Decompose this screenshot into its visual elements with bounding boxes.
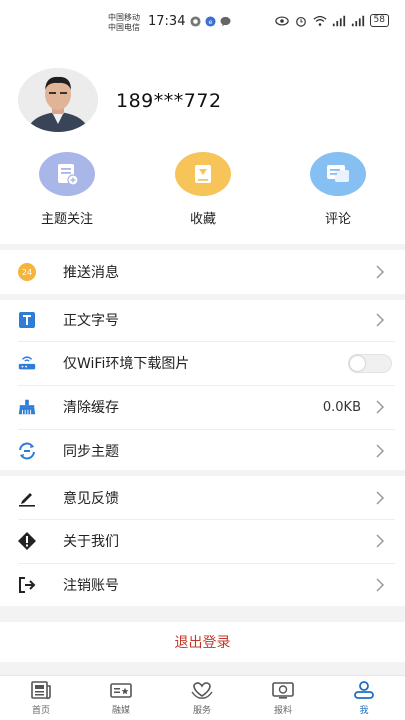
tab-me[interactable]: 我	[334, 680, 394, 716]
push-badge-icon: 24	[17, 262, 37, 282]
setting-label: 同步主题	[63, 444, 119, 460]
setting-deactivate[interactable]: 注销账号	[0, 563, 405, 607]
wifi-icon	[313, 15, 327, 26]
quick-label: 收藏	[189, 212, 216, 227]
tab-label: 首页	[31, 706, 50, 716]
setting-label: 正文字号	[63, 313, 119, 329]
section-gap	[0, 662, 405, 675]
quick-label: 主题关注	[40, 212, 93, 227]
setting-label: 仅WiFi环境下载图片	[63, 356, 190, 372]
wifi-only-toggle[interactable]	[348, 354, 392, 373]
status-time: 17:34	[148, 14, 186, 29]
quick-actions: 主题关注 收藏 评论	[0, 152, 405, 232]
bottom-tab-bar: 首页 融媒 服务 报料 我	[0, 675, 405, 720]
setting-about[interactable]: 关于我们	[0, 519, 405, 563]
setting-label: 清除缓存	[63, 400, 119, 416]
tab-service[interactable]: 服务	[172, 680, 232, 716]
tab-label: 融媒	[111, 706, 130, 716]
chevron-right-icon	[376, 313, 385, 327]
router-icon	[17, 353, 37, 373]
newspaper-icon	[31, 681, 51, 700]
tab-report[interactable]: 报料	[253, 680, 313, 716]
signal-icon	[332, 15, 345, 26]
alarm-icon	[295, 16, 306, 27]
cache-size: 0.0KB	[322, 399, 361, 415]
setting-font-size[interactable]: 正文字号	[0, 298, 405, 342]
quick-comment[interactable]: 评论	[293, 152, 383, 227]
text-size-icon	[17, 310, 37, 330]
toggle-knob	[350, 356, 365, 371]
svg-text:e: e	[209, 18, 213, 26]
chevron-right-icon	[376, 400, 385, 414]
carrier-1: 中国移动	[108, 13, 140, 22]
signal-icon	[351, 15, 364, 26]
quick-label: 评论	[324, 212, 351, 227]
chevron-right-icon	[376, 578, 385, 592]
section-gap	[0, 606, 405, 622]
exit-icon	[17, 575, 37, 595]
tab-label: 服务	[192, 706, 211, 716]
broom-icon	[17, 397, 37, 417]
chat-icon	[220, 16, 231, 27]
avatar-photo	[18, 68, 98, 132]
setting-push[interactable]: 24 推送消息	[0, 250, 405, 294]
tab-media[interactable]: 融媒	[91, 680, 151, 716]
setting-label: 注销账号	[63, 578, 119, 594]
setting-wifi-images: 仅WiFi环境下载图片	[0, 341, 405, 385]
system-icons: 58	[274, 14, 389, 27]
quick-topic-follow[interactable]: 主题关注	[22, 152, 112, 227]
tab-label: 报料	[273, 706, 292, 716]
logout-button[interactable]: 退出登录	[0, 622, 405, 662]
setting-clear-cache[interactable]: 清除缓存 0.0KB	[0, 385, 405, 429]
bookmark-icon	[175, 152, 231, 196]
chevron-right-icon	[376, 265, 385, 279]
status-bar: 中国移动 中国电信 17:34 e 58	[0, 0, 405, 40]
notification-icons: e	[190, 16, 231, 27]
tab-label: 我	[359, 706, 369, 716]
setting-sync-topics[interactable]: 同步主题	[0, 429, 405, 473]
chevron-right-icon	[376, 444, 385, 458]
carrier-info: 中国移动 中国电信	[108, 13, 140, 33]
avatar[interactable]	[18, 68, 98, 132]
user-phone[interactable]: 189***772	[116, 90, 222, 112]
battery-indicator: 58	[369, 14, 389, 27]
svg-text:24: 24	[22, 268, 32, 277]
setting-label: 意见反馈	[63, 491, 119, 507]
pencil-icon	[17, 488, 37, 508]
topic-follow-icon	[39, 152, 95, 196]
sync-icon	[17, 441, 37, 461]
chevron-right-icon	[376, 534, 385, 548]
warning-diamond-icon	[17, 531, 37, 551]
heart-hands-icon	[191, 682, 213, 699]
setting-label: 关于我们	[63, 534, 119, 550]
media-icon	[110, 683, 132, 698]
chevron-right-icon	[376, 491, 385, 505]
eye-icon	[274, 15, 289, 26]
setting-label: 推送消息	[63, 265, 119, 281]
carrier-2: 中国电信	[108, 23, 140, 32]
tab-home[interactable]: 首页	[11, 680, 71, 716]
comment-icon	[310, 152, 366, 196]
quick-bookmark[interactable]: 收藏	[158, 152, 248, 227]
setting-feedback[interactable]: 意见反馈	[0, 476, 405, 520]
user-icon	[354, 681, 374, 699]
notification-app-icon: e	[205, 16, 216, 27]
report-icon	[272, 682, 294, 699]
notification-app-icon	[190, 16, 201, 27]
